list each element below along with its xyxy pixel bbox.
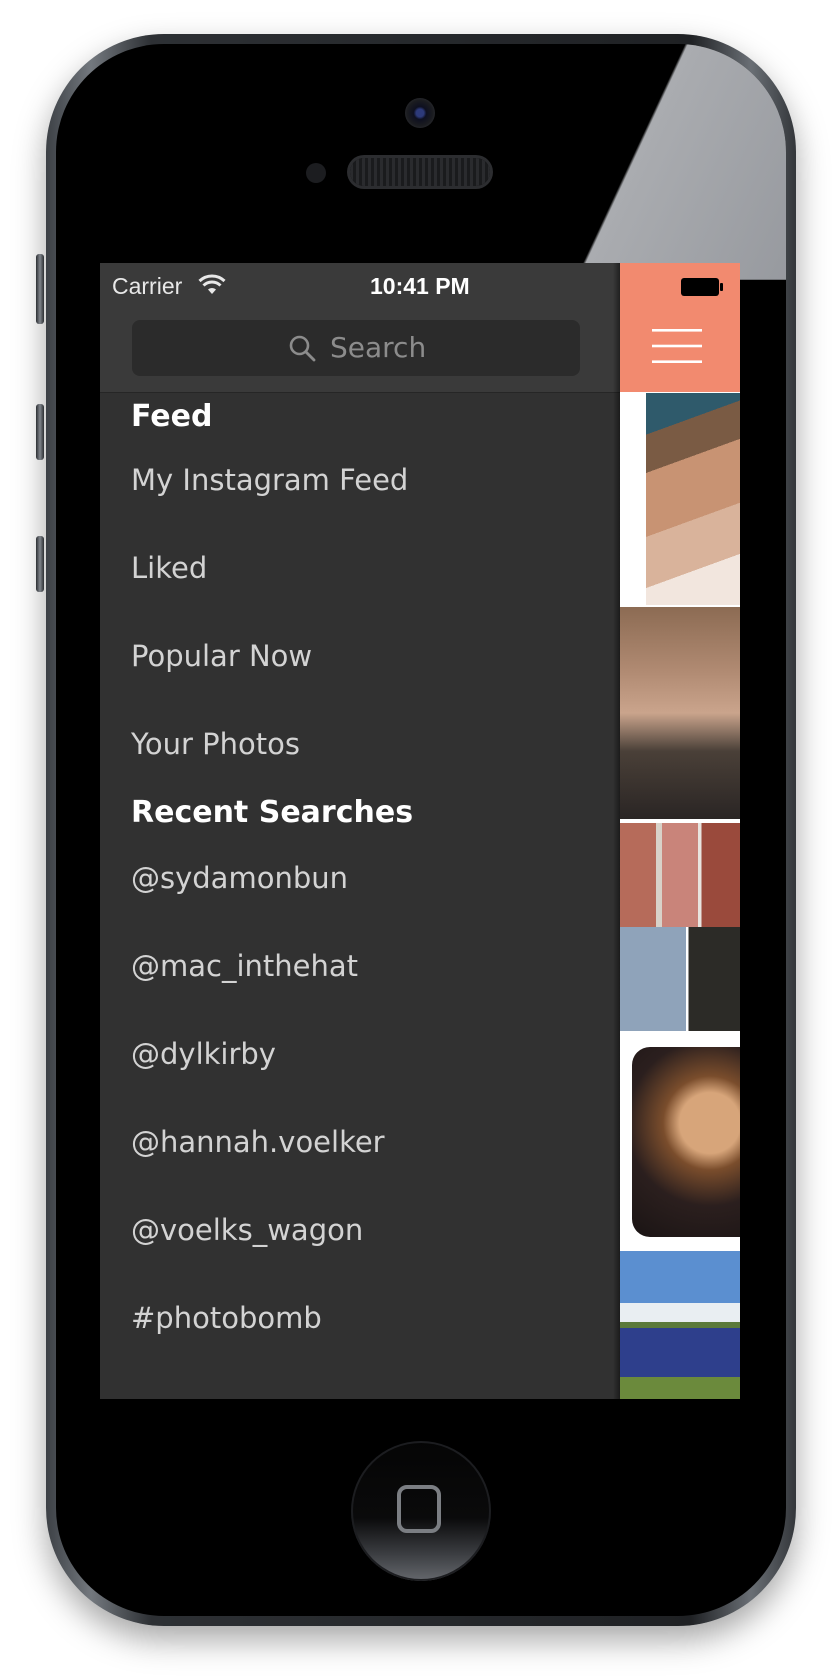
sidebar-menu: Carrier 10:41 PM Search Feed My Instagra… — [100, 263, 620, 1399]
photo-image — [632, 1047, 740, 1237]
menu-item-popular-now[interactable]: Popular Now — [131, 639, 312, 673]
earpiece-speaker — [350, 158, 490, 186]
feed-section-title: Feed — [131, 399, 213, 434]
feed-content-peek[interactable] — [620, 263, 740, 1399]
status-carrier: Carrier — [112, 273, 183, 299]
menu-item-liked[interactable]: Liked — [131, 551, 207, 585]
sidebar-header: Carrier 10:41 PM Search — [100, 263, 620, 393]
recent-searches-title: Recent Searches — [131, 795, 414, 830]
home-square-icon — [397, 1485, 441, 1533]
mute-switch — [36, 254, 44, 324]
menu-item-your-photos[interactable]: Your Photos — [131, 727, 300, 761]
battery-icon — [681, 278, 723, 296]
front-camera — [405, 98, 435, 128]
status-time: 10:41 PM — [370, 273, 470, 299]
search-icon — [289, 335, 316, 362]
feed-photo[interactable] — [620, 1251, 740, 1399]
recent-search-item[interactable]: @dylkirby — [131, 1037, 276, 1071]
recent-search-item[interactable]: #photobomb — [131, 1301, 322, 1335]
volume-down-button — [36, 536, 44, 592]
nav-bar — [620, 263, 740, 392]
feed-photo[interactable] — [620, 1035, 740, 1247]
screen: Carrier 10:41 PM Search Feed My Instagra… — [100, 263, 740, 1399]
recent-search-item[interactable]: @sydamonbun — [131, 861, 348, 895]
recent-search-item[interactable]: @hannah.voelker — [131, 1125, 385, 1159]
feed-photo[interactable] — [620, 927, 740, 1031]
feed-photo[interactable] — [620, 823, 740, 927]
feed-photo[interactable] — [620, 607, 740, 819]
search-placeholder: Search — [330, 331, 427, 364]
menu-item-my-instagram-feed[interactable]: My Instagram Feed — [131, 463, 408, 497]
recent-search-item[interactable]: @mac_inthehat — [131, 949, 358, 983]
feed-photo[interactable] — [620, 393, 740, 605]
proximity-sensor — [306, 163, 326, 183]
sidebar-edge-shadow — [613, 263, 620, 1399]
search-input[interactable]: Search — [132, 320, 580, 376]
recent-search-item[interactable]: @voelks_wagon — [131, 1213, 363, 1247]
home-button[interactable] — [351, 1441, 491, 1581]
hamburger-menu-icon[interactable] — [652, 329, 702, 363]
volume-up-button — [36, 404, 44, 460]
wifi-icon — [198, 274, 226, 294]
